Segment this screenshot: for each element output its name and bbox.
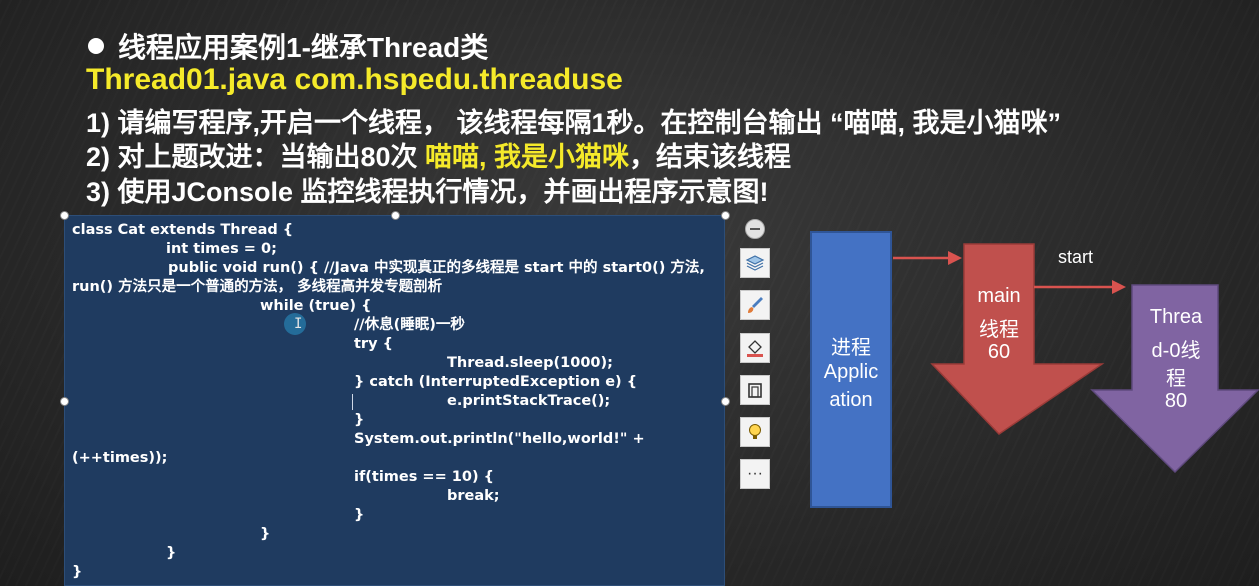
connector-arrowhead	[1112, 280, 1126, 294]
diagram-shapes	[893, 243, 1259, 474]
thread0-label-4: 80	[1164, 390, 1188, 412]
thread0-label-2: d-0线	[1151, 340, 1201, 362]
main-label-2: 线程	[979, 319, 1019, 341]
start-label: start	[1058, 247, 1094, 267]
connector-arrowhead	[948, 251, 962, 265]
main-label-1: main	[977, 285, 1021, 307]
thread0-label-1: Threa	[1149, 306, 1203, 328]
main-label-3: 60	[987, 341, 1011, 363]
thread0-label-3: 程	[1166, 368, 1186, 390]
